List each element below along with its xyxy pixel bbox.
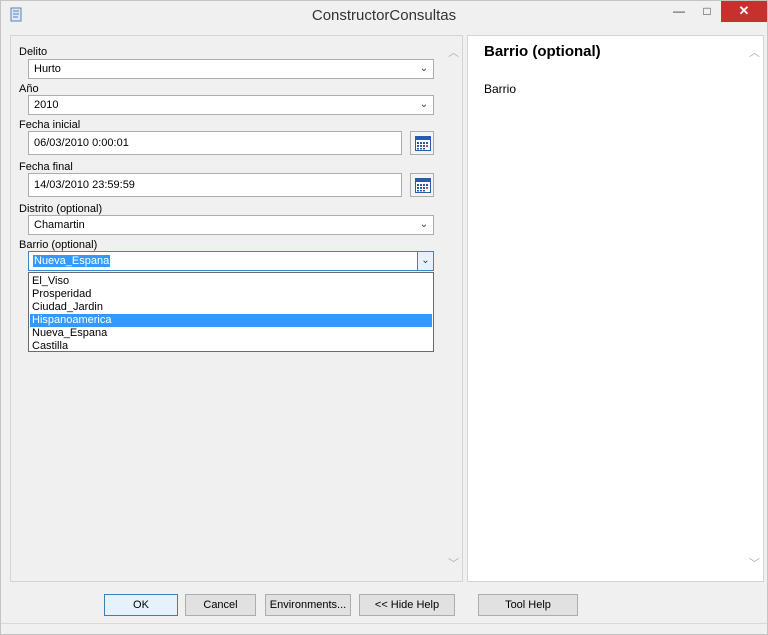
fecha-inicial-input[interactable]: 06/03/2010 0:00:01 xyxy=(28,131,402,155)
fecha-final-input[interactable]: 14/03/2010 23:59:59 xyxy=(28,173,402,197)
fecha-inicial-label: Fecha inicial xyxy=(19,119,81,131)
fecha-final-value: 14/03/2010 23:59:59 xyxy=(34,179,135,191)
hide-help-button[interactable]: << Hide Help xyxy=(359,594,455,616)
dialog-window: ConstructorConsultas — □ ✕ ︿ ﹀ Delito Hu… xyxy=(0,0,768,635)
chevron-down-icon[interactable]: ﹀ xyxy=(749,555,760,571)
chevron-down-icon[interactable]: ⌄ xyxy=(417,61,431,77)
chevron-up-icon[interactable]: ︿ xyxy=(749,44,760,60)
delito-value: Hurto xyxy=(34,63,61,75)
anio-label: Año xyxy=(19,83,39,95)
delito-select[interactable]: Hurto ⌄ xyxy=(28,59,434,79)
anio-value: 2010 xyxy=(34,99,59,111)
chevron-down-icon[interactable]: ⌄ xyxy=(417,217,431,233)
barrio-dropdown-list[interactable]: El_Viso Prosperidad Ciudad_Jardin Hispan… xyxy=(28,272,434,352)
list-item[interactable]: Nueva_Espana xyxy=(30,327,432,340)
calendar-icon xyxy=(415,178,431,193)
chevron-down-icon[interactable]: ﹀ xyxy=(448,555,459,571)
divider xyxy=(1,623,767,624)
fecha-final-label: Fecha final xyxy=(19,161,73,173)
delito-label: Delito xyxy=(19,46,48,58)
ok-button[interactable]: OK xyxy=(104,594,178,616)
chevron-down-icon[interactable]: ⌄ xyxy=(417,97,431,113)
maximize-button[interactable]: □ xyxy=(693,1,721,22)
chevron-down-icon[interactable]: ⌄ xyxy=(417,252,433,270)
list-item[interactable]: Prosperidad xyxy=(30,288,432,301)
title-bar[interactable]: ConstructorConsultas — □ ✕ xyxy=(1,1,767,31)
barrio-value: Nueva_Espana xyxy=(33,255,111,267)
environments-button[interactable]: Environments... xyxy=(265,594,351,616)
tool-help-button[interactable]: Tool Help xyxy=(478,594,578,616)
calendar-icon xyxy=(415,136,431,151)
distrito-label: Distrito (optional) xyxy=(19,203,103,215)
fecha-final-calendar-button[interactable] xyxy=(410,173,434,197)
minimize-button[interactable]: — xyxy=(665,1,693,22)
anio-select[interactable]: 2010 ⌄ xyxy=(28,95,434,115)
barrio-select[interactable]: Nueva_Espana ⌄ xyxy=(28,251,434,271)
help-body: Barrio xyxy=(484,82,517,96)
help-pane: Barrio (optional) Barrio ︿ ﹀ xyxy=(467,35,764,582)
list-item[interactable]: Castilla xyxy=(30,340,432,353)
help-scrollbar[interactable]: ︿ ﹀ xyxy=(746,36,763,581)
list-item-highlighted[interactable]: Hispanoamerica xyxy=(30,314,432,327)
cancel-button[interactable]: Cancel xyxy=(185,594,256,616)
distrito-select[interactable]: Chamartin ⌄ xyxy=(28,215,434,235)
fecha-inicial-value: 06/03/2010 0:00:01 xyxy=(34,137,129,149)
fecha-inicial-calendar-button[interactable] xyxy=(410,131,434,155)
chevron-up-icon[interactable]: ︿ xyxy=(448,44,459,60)
barrio-label: Barrio (optional) xyxy=(19,239,98,251)
window-title: ConstructorConsultas xyxy=(311,7,457,24)
distrito-value: Chamartin xyxy=(34,219,85,231)
list-item[interactable]: Ciudad_Jardin xyxy=(30,301,432,314)
help-title: Barrio (optional) xyxy=(484,43,601,60)
parameters-scrollbar[interactable]: ︿ ﹀ xyxy=(445,36,462,581)
close-button[interactable]: ✕ xyxy=(721,1,767,22)
list-item[interactable]: El_Viso xyxy=(30,275,432,288)
